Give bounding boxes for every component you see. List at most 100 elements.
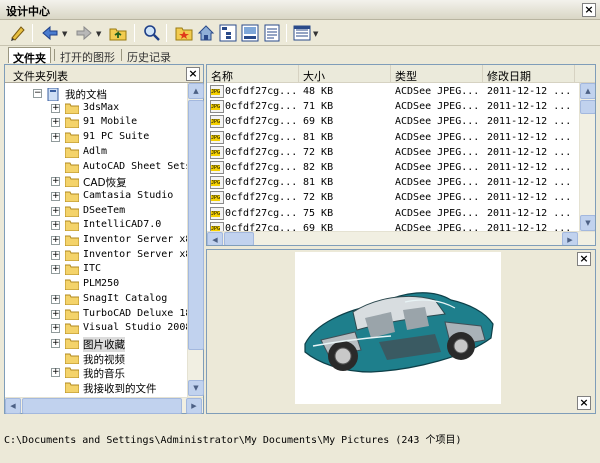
preview-toggle-icon[interactable] <box>240 23 260 43</box>
expand-icon[interactable]: + <box>51 133 60 143</box>
window-close-button[interactable]: × <box>582 3 596 17</box>
file-row[interactable]: 0cfdf27cg... 81 KB ACDSee JPEG... 2011-12-1… <box>207 175 579 191</box>
expand-icon[interactable]: + <box>51 118 60 128</box>
file-row[interactable]: 0cfdf27cg... 82 KB ACDSee JPEG... 2011-12-1… <box>207 160 579 176</box>
tree-item[interactable]: 我接收到的文件 <box>5 380 187 395</box>
expand-icon[interactable]: + <box>51 191 60 201</box>
tree-item[interactable]: +91 Mobile <box>5 115 187 130</box>
file-name: 0cfdf27cg... <box>225 116 298 128</box>
folder-tree-hscroll-thumb[interactable] <box>22 398 182 414</box>
file-list-horizontal-scrollbar[interactable]: ◀ ▶ <box>207 231 595 245</box>
expand-icon[interactable]: + <box>51 221 60 231</box>
forward-dropdown-icon[interactable]: ▼ <box>96 30 101 38</box>
tree-item[interactable]: + TurboCAD Deluxe 18 <box>5 307 187 322</box>
folder-panel-close-button[interactable]: × <box>186 67 200 81</box>
tree-item[interactable]: + Camtasia Studio <box>5 189 187 204</box>
expand-icon[interactable]: + <box>51 250 60 260</box>
views-dropdown-icon[interactable]: ▼ <box>313 30 318 38</box>
column-modified[interactable]: 修改日期 <box>483 65 575 83</box>
file-modified: 2011-12-12 ... <box>487 192 572 204</box>
tree-item[interactable]: +91 PC Suite <box>5 130 187 145</box>
file-row[interactable]: 0cfdf27cg... 48 KB ACDSee JPEG... 2011-12-1… <box>207 84 579 100</box>
file-row[interactable]: 0cfdf27cg... 72 KB ACDSee JPEG... 2011-12-1… <box>207 145 579 161</box>
expand-icon[interactable]: + <box>51 294 60 304</box>
folder-tree-vertical-scrollbar[interactable]: ▲ ▼ <box>187 83 204 397</box>
file-list-scroll-thumb[interactable] <box>580 100 595 114</box>
tab-open-drawings[interactable]: 打开的图形 <box>56 47 119 64</box>
scroll-up-icon[interactable]: ▲ <box>188 83 204 99</box>
tree-item-label: SnagIt Catalog <box>83 292 168 304</box>
status-bar: C:\Documents and Settings\Administrator\… <box>0 430 600 446</box>
file-list-hscroll-thumb[interactable] <box>224 232 254 245</box>
tree-item[interactable]: + IntelliCAD7.0 <box>5 218 187 233</box>
back-dropdown-icon[interactable]: ▼ <box>62 30 67 38</box>
expand-icon[interactable]: + <box>51 309 60 319</box>
toolbar: ▼ ▼ ▼ <box>0 20 600 46</box>
file-name: 0cfdf27cg... <box>225 207 298 219</box>
expand-icon[interactable]: + <box>51 368 60 378</box>
file-name: 0cfdf27cg... <box>225 192 298 204</box>
search-icon[interactable] <box>142 23 162 43</box>
file-row[interactable]: 0cfdf27cg... 75 KB ACDSee JPEG... 2011-12-1… <box>207 206 579 222</box>
description-close-button[interactable]: × <box>577 396 591 410</box>
tree-root-my-documents[interactable]: − 我的文档 <box>5 86 187 102</box>
file-list-vertical-scrollbar[interactable]: ▲ ▼ <box>579 83 595 231</box>
tree-item[interactable]: + SnagIt Catalog <box>5 292 187 307</box>
expand-icon[interactable]: + <box>51 103 60 113</box>
tree-item[interactable]: + Inventor Server x86 <box>5 248 187 263</box>
scroll-left-icon[interactable]: ◀ <box>207 232 223 245</box>
file-row[interactable]: 0cfdf27cg... 71 KB ACDSee JPEG... 2011-12-1… <box>207 99 579 115</box>
file-row[interactable]: 0cfdf27cg... 72 KB ACDSee JPEG... 2011-12-1… <box>207 190 579 206</box>
expand-icon[interactable]: + <box>51 206 60 216</box>
preview-close-button[interactable]: × <box>577 252 591 266</box>
tree-item[interactable]: + DSeeTem <box>5 204 187 219</box>
tree-item[interactable]: + CAD恢复 <box>5 174 187 189</box>
scroll-up-icon[interactable]: ▲ <box>580 83 595 99</box>
column-type[interactable]: 类型 <box>391 65 483 83</box>
tree-item[interactable]: + ITC <box>5 262 187 277</box>
column-name[interactable]: 名称 <box>207 65 299 83</box>
expand-icon[interactable]: + <box>51 265 60 275</box>
expand-icon[interactable]: + <box>51 236 60 245</box>
scroll-down-icon[interactable]: ▼ <box>580 215 595 231</box>
tree-item[interactable]: AutoCAD Sheet Sets <box>5 160 187 175</box>
tree-item[interactable]: + Visual Studio 2008 <box>5 321 187 336</box>
tree-item[interactable]: +3dsMax <box>5 101 187 116</box>
home-icon[interactable] <box>196 23 216 43</box>
file-row[interactable]: 0cfdf27cg... 69 KB ACDSee JPEG... 2011-12-1… <box>207 114 579 130</box>
file-row[interactable]: 0cfdf27cg... 81 KB ACDSee JPEG... 2011-12-1… <box>207 130 579 146</box>
tree-item[interactable]: + 图片收藏 <box>5 336 187 352</box>
jpeg-file-icon <box>210 161 224 174</box>
tab-history[interactable]: 历史记录 <box>123 47 175 64</box>
up-folder-icon[interactable] <box>108 23 128 43</box>
file-modified: 2011-12-12 ... <box>487 162 572 173</box>
expand-icon[interactable]: + <box>51 338 60 348</box>
tree-item[interactable]: PLM250 <box>5 277 187 292</box>
folder-tree-scroll-thumb[interactable] <box>188 100 204 350</box>
column-size[interactable]: 大小 <box>299 65 391 83</box>
scroll-down-icon[interactable]: ▼ <box>188 380 204 396</box>
scroll-left-icon[interactable]: ◀ <box>5 398 21 414</box>
favorites-icon[interactable] <box>174 23 194 43</box>
scroll-right-icon[interactable]: ▶ <box>186 398 202 414</box>
expand-icon[interactable]: + <box>51 177 60 187</box>
tree-item[interactable]: + Inventor Server x86 <box>5 233 187 248</box>
expand-icon[interactable]: + <box>51 324 60 334</box>
folder-tree[interactable]: − 我的文档 +3dsMax +91 Mobile +91 PC Suite Adlm Au… <box>5 83 187 395</box>
tree-item[interactable]: 我的视频 <box>5 351 187 366</box>
folder-icon <box>64 279 80 291</box>
tab-folders[interactable]: 文件夹 <box>8 47 51 65</box>
collapse-icon[interactable]: − <box>33 89 42 98</box>
views-icon[interactable] <box>292 23 312 43</box>
back-icon[interactable] <box>40 23 60 43</box>
load-icon[interactable] <box>8 23 28 43</box>
description-icon[interactable] <box>262 23 282 43</box>
folder-tree-horizontal-scrollbar[interactable]: ◀ ▶ <box>5 397 203 414</box>
jpeg-file-icon <box>210 85 224 98</box>
tree-item[interactable]: + 我的音乐 <box>5 365 187 380</box>
file-name: 0cfdf27cg... <box>225 131 298 143</box>
scroll-right-icon[interactable]: ▶ <box>562 232 578 245</box>
tree-item[interactable]: Adlm <box>5 145 187 160</box>
forward-icon[interactable] <box>74 23 94 43</box>
tree-toggle-icon[interactable] <box>218 23 238 43</box>
